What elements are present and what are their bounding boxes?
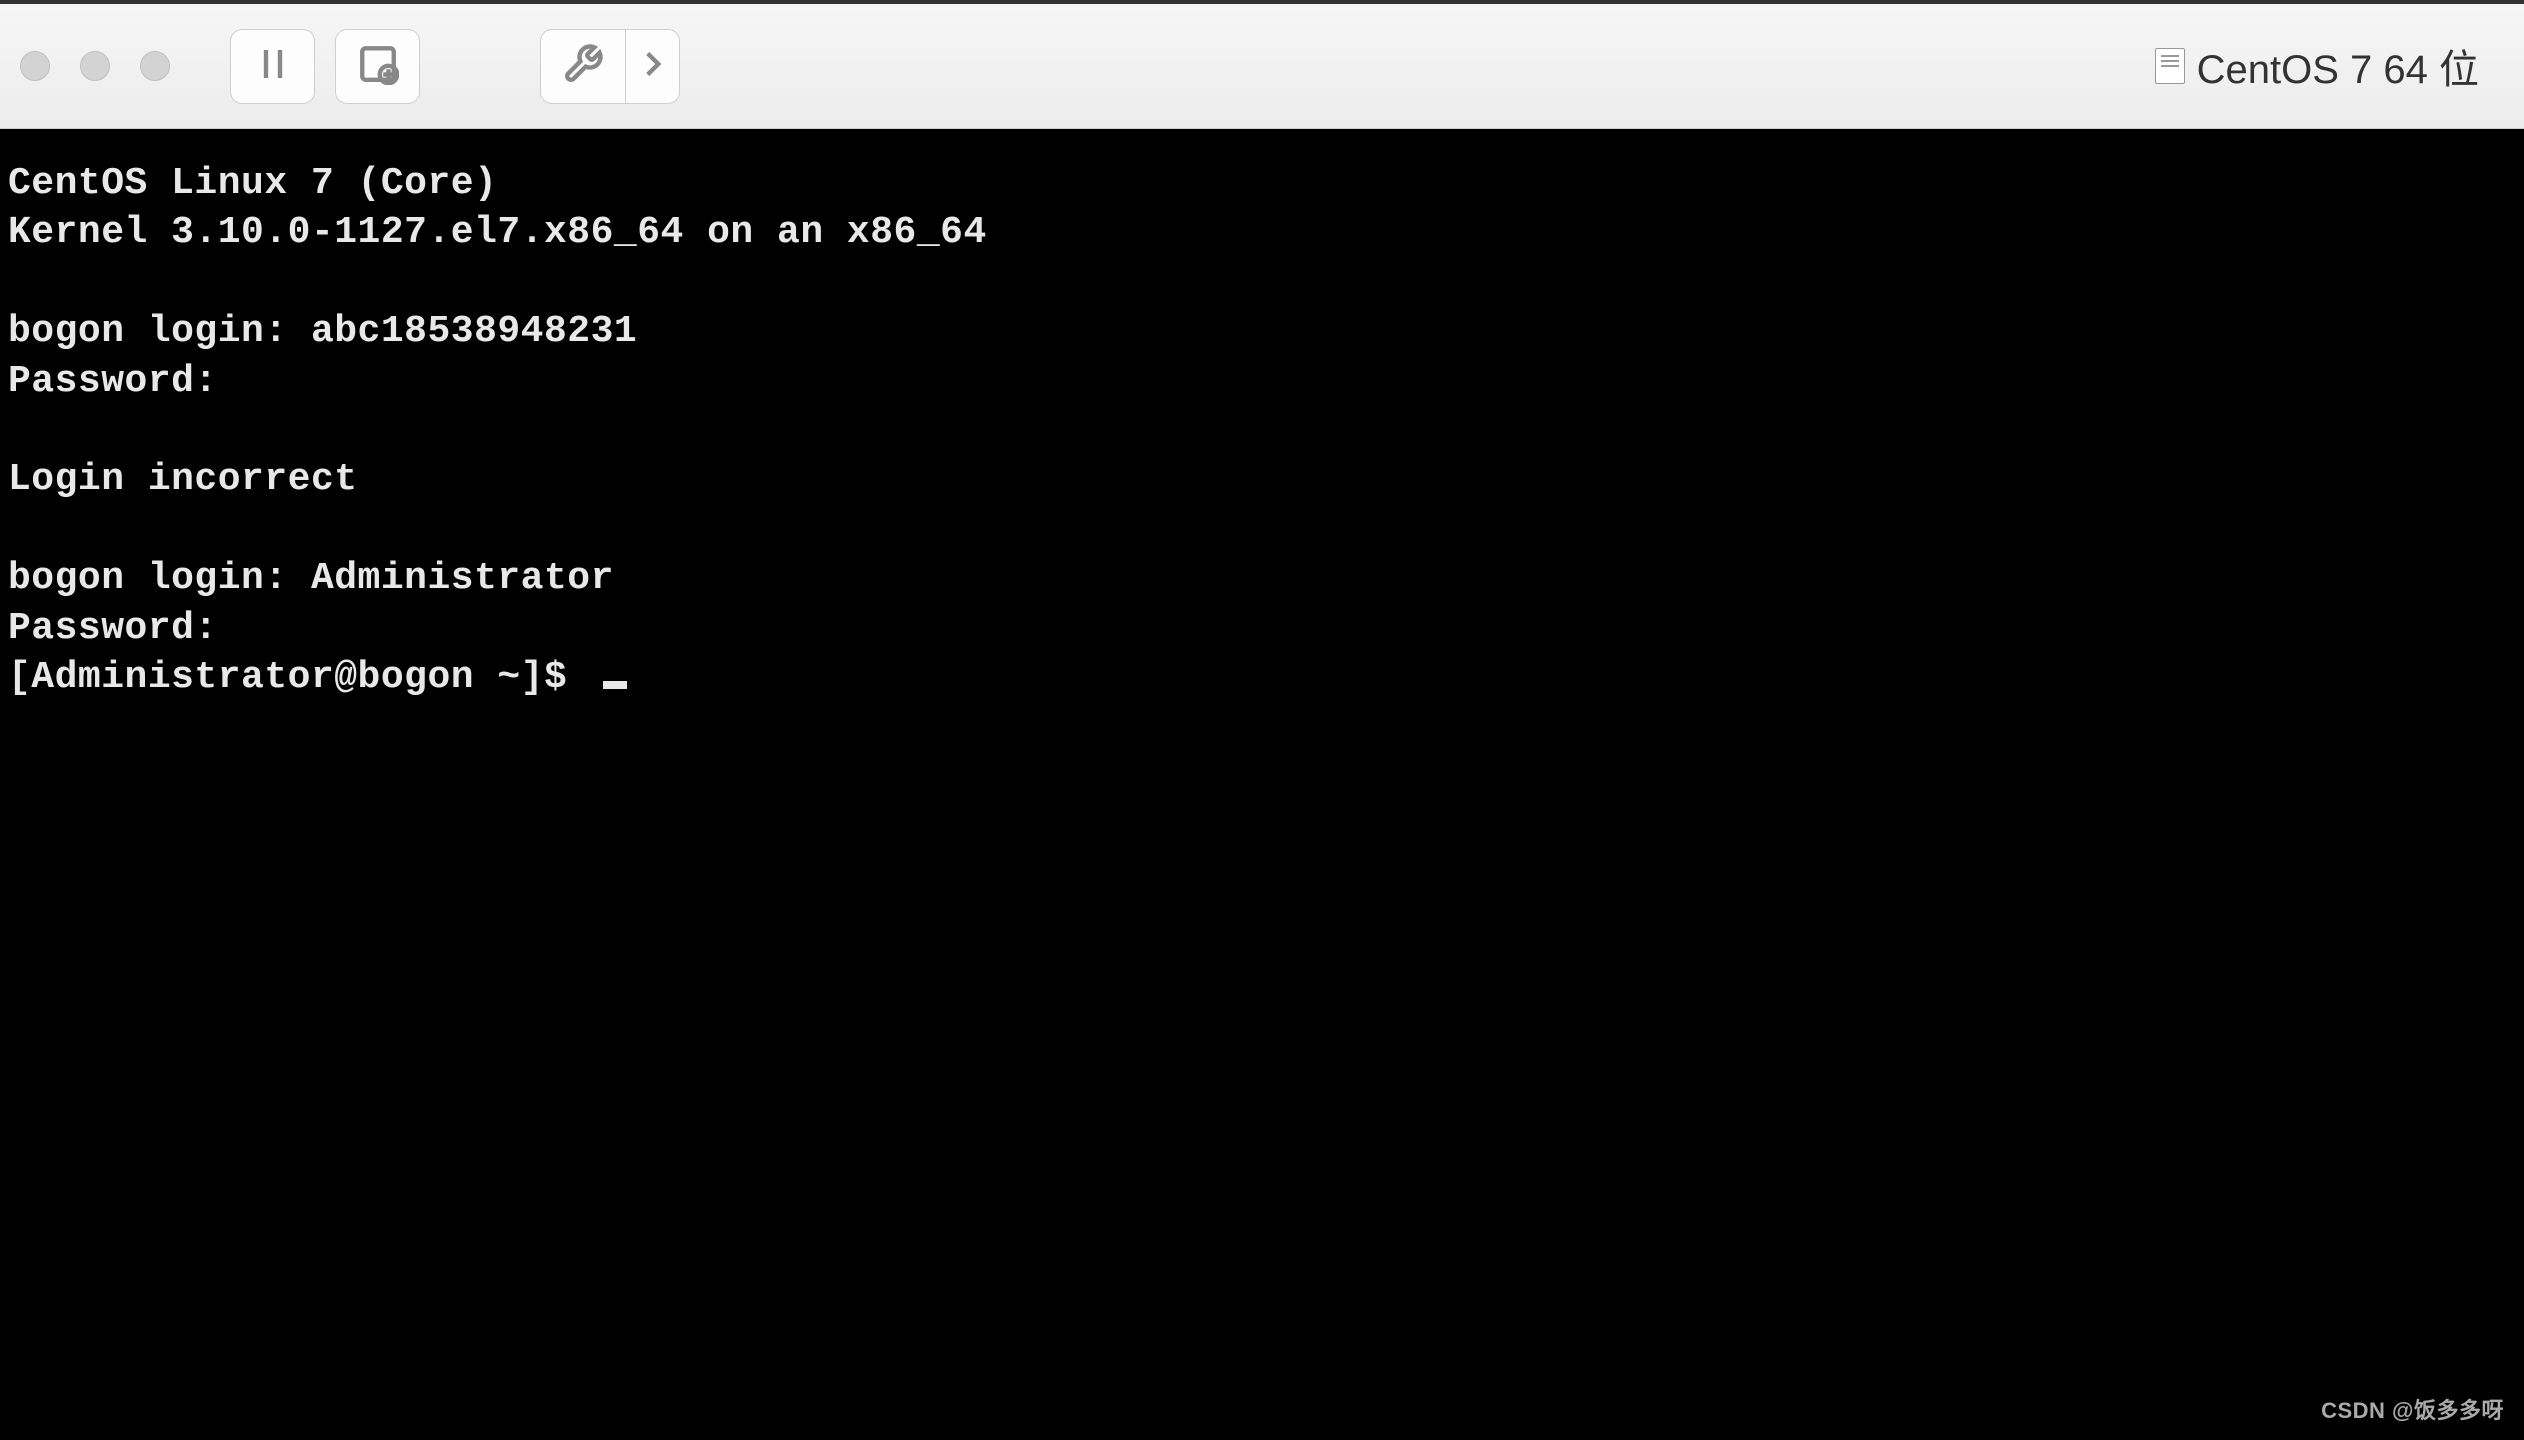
password-prompt-1: Password: — [8, 360, 218, 403]
kernel-line: Kernel 3.10.0-1127.el7.x86_64 on an x86_… — [8, 211, 987, 254]
snapshot-button[interactable] — [335, 29, 420, 104]
terminal-cursor — [603, 681, 627, 689]
pause-icon — [252, 43, 294, 90]
toolbar-button-group-tools — [540, 29, 680, 104]
expand-button[interactable] — [625, 29, 680, 104]
pause-button[interactable] — [230, 29, 315, 104]
chevron-right-icon — [632, 43, 674, 90]
maximize-window-button[interactable] — [140, 51, 170, 81]
terminal-output: CentOS Linux 7 (Core) Kernel 3.10.0-1127… — [8, 159, 2516, 702]
login-attempt-2: bogon login: Administrator — [8, 557, 614, 600]
close-window-button[interactable] — [20, 51, 50, 81]
snapshot-icon — [357, 43, 399, 90]
settings-button[interactable] — [540, 29, 625, 104]
document-icon — [2155, 48, 2185, 84]
os-name-line: CentOS Linux 7 (Core) — [8, 162, 497, 205]
toolbar-button-group-left — [230, 29, 420, 104]
minimize-window-button[interactable] — [80, 51, 110, 81]
wrench-icon — [562, 43, 604, 90]
vm-title-area: CentOS 7 64 位 — [2155, 37, 2479, 95]
watermark-text: CSDN @饭多多呀 — [2321, 1397, 2504, 1426]
vm-toolbar: CentOS 7 64 位 — [0, 4, 2524, 129]
terminal-console[interactable]: CentOS Linux 7 (Core) Kernel 3.10.0-1127… — [0, 129, 2524, 1440]
vm-title: CentOS 7 64 位 — [2197, 37, 2479, 95]
shell-prompt: [Administrator@bogon ~]$ — [8, 656, 591, 699]
password-prompt-2: Password: — [8, 607, 218, 650]
traffic-lights — [20, 51, 170, 81]
login-incorrect: Login incorrect — [8, 458, 358, 501]
login-attempt-1: bogon login: abc18538948231 — [8, 310, 637, 353]
